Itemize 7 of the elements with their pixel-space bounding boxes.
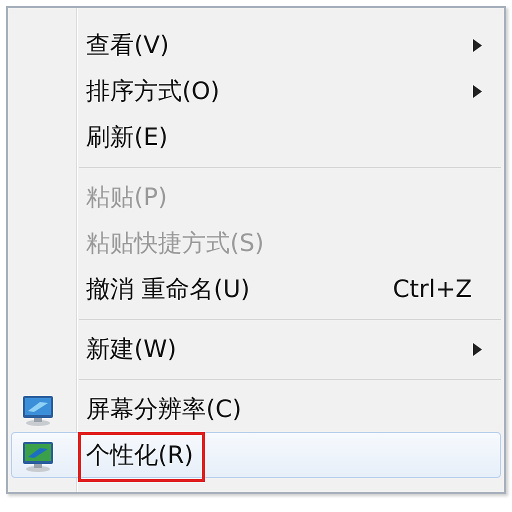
menu-item[interactable]: 屏幕分辨率(C) — [11, 386, 501, 432]
menu-item[interactable]: 撤消 重命名(U) Ctrl+Z — [11, 266, 501, 312]
menu-item[interactable]: 新建(W) — [11, 326, 501, 372]
menu-item[interactable]: 个性化(R) — [11, 432, 501, 478]
menu-item[interactable]: 刷新(E) — [11, 114, 501, 160]
menu-item[interactable]: 查看(V) — [11, 22, 501, 68]
menu-item[interactable]: 排序方式(O) — [11, 68, 501, 114]
